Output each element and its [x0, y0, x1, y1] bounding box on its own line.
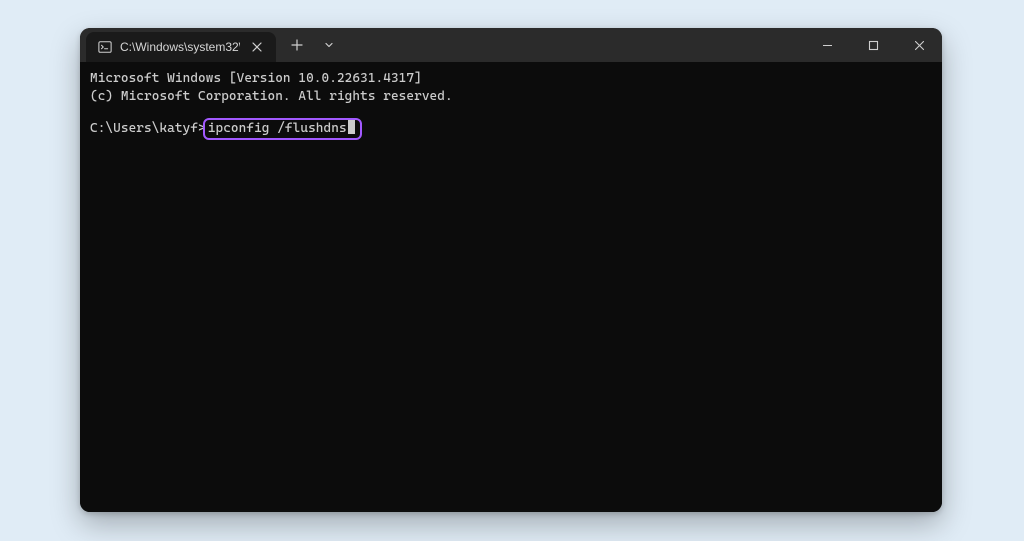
tab-close-button[interactable]: [248, 38, 266, 56]
terminal-command: ipconfig /flushdns: [208, 121, 347, 136]
minimize-button[interactable]: [804, 28, 850, 62]
tab-cmd[interactable]: C:\Windows\system32\cmd.e: [86, 32, 276, 62]
command-highlight: ipconfig /flushdns: [203, 118, 362, 140]
terminal-body[interactable]: Microsoft Windows [Version 10.0.22631.43…: [80, 62, 942, 512]
cursor-icon: [348, 120, 355, 134]
tab-dropdown-button[interactable]: [314, 28, 344, 62]
tab-title: C:\Windows\system32\cmd.e: [120, 32, 240, 62]
terminal-window: C:\Windows\system32\cmd.e: [80, 28, 942, 512]
titlebar[interactable]: C:\Windows\system32\cmd.e: [80, 28, 942, 62]
maximize-button[interactable]: [850, 28, 896, 62]
window-controls: [804, 28, 942, 62]
titlebar-drag-region[interactable]: [344, 28, 804, 62]
terminal-prompt: C:\Users\katyf>: [90, 121, 206, 136]
close-button[interactable]: [896, 28, 942, 62]
new-tab-button[interactable]: [282, 28, 312, 62]
terminal-output-line: (c) Microsoft Corporation. All rights re…: [90, 89, 453, 104]
tab-actions: [282, 28, 344, 62]
terminal-output-line: Microsoft Windows [Version 10.0.22631.43…: [90, 71, 422, 86]
terminal-icon: [98, 40, 112, 54]
